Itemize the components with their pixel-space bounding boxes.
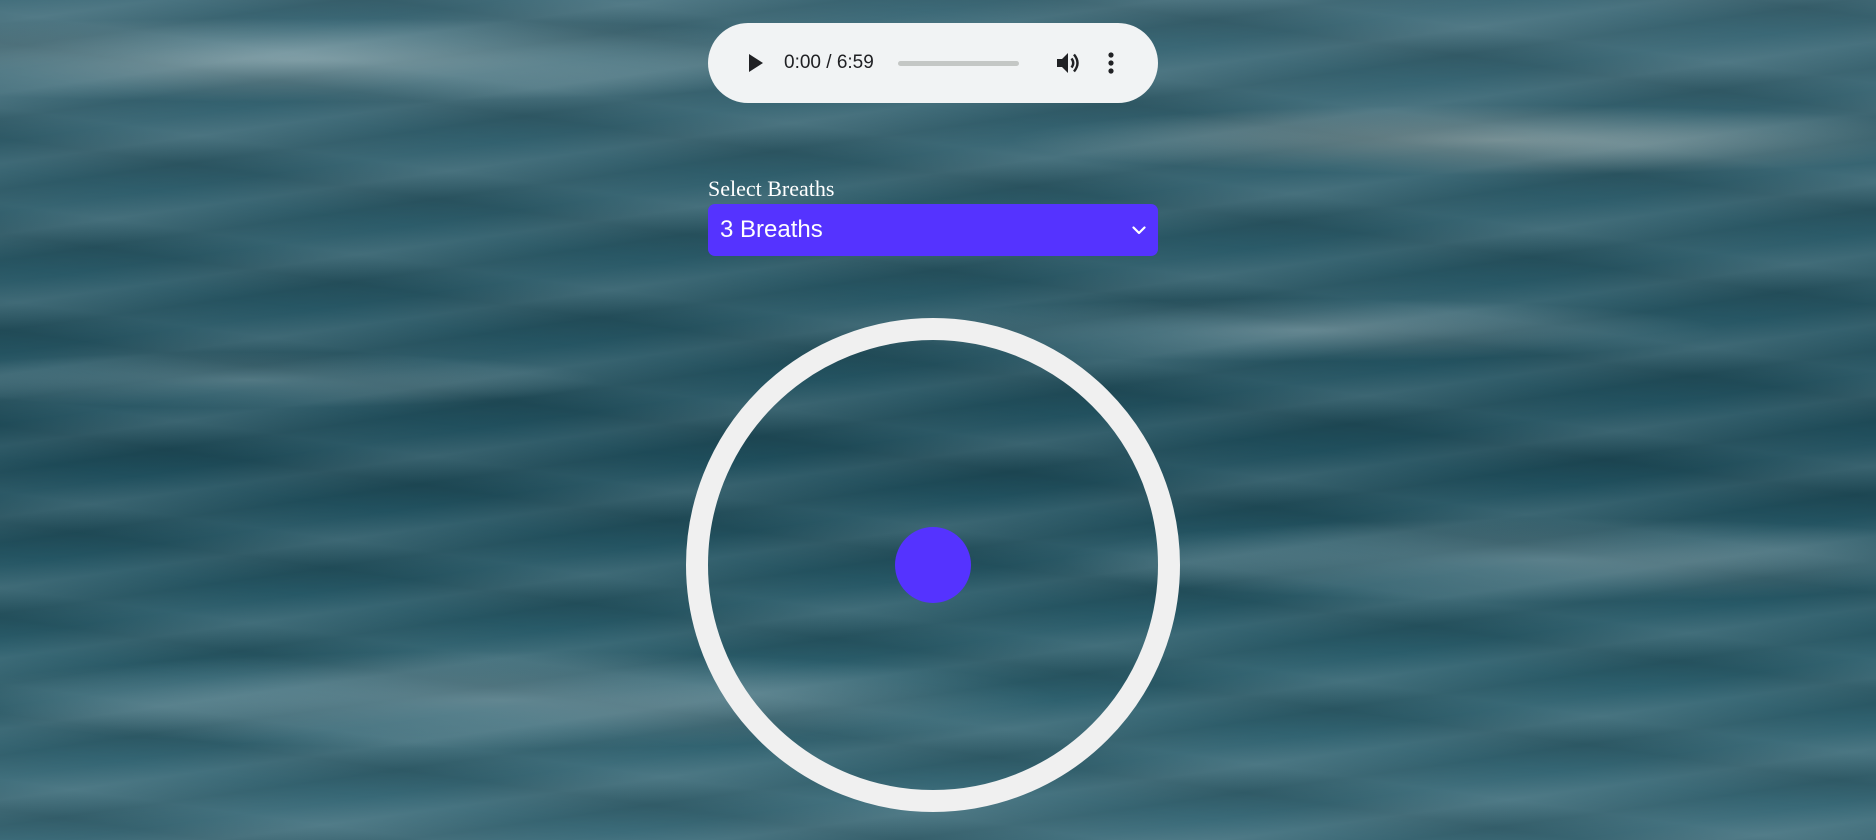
play-button[interactable] [740,47,772,79]
audio-player[interactable]: 0:00 / 6:59 [708,23,1158,103]
progress-slider[interactable] [897,60,1019,66]
breaths-select[interactable]: 3 Breaths [708,204,1158,256]
more-vertical-icon [1108,52,1114,74]
volume-button[interactable] [1053,47,1085,79]
chevron-down-icon [1132,225,1146,234]
breathing-dot [895,527,971,603]
time-display: 0:00 / 6:59 [784,52,874,73]
volume-icon [1056,53,1079,73]
breaths-select-value: 3 Breaths [720,216,823,243]
select-breaths-label: Select Breaths [708,176,835,201]
more-options-button[interactable] [1099,47,1123,79]
play-icon [749,54,763,72]
